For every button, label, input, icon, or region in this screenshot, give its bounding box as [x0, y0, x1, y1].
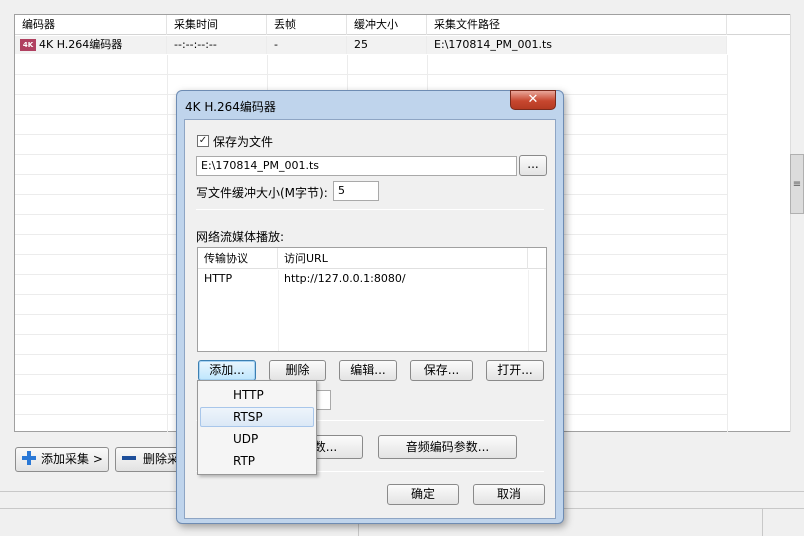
- add-capture-button[interactable]: 添加采集 >: [15, 447, 109, 472]
- buffer-size-label: 写文件缓冲大小(M字节):: [196, 186, 328, 200]
- column-header-buffer-size[interactable]: 缓冲大小: [347, 15, 427, 35]
- cell-encoder: 4K 4K H.264编码器: [15, 36, 167, 54]
- cell-capture-time: --:--:--:--: [167, 36, 267, 54]
- cell-url: http://127.0.0.1:8080/: [284, 272, 406, 285]
- grid-line: [278, 270, 279, 351]
- minus-icon: [122, 451, 136, 465]
- delete-capture-label: 删除采: [143, 452, 180, 466]
- status-bar-divider: [762, 508, 763, 536]
- dialog-title: 4K H.264编码器: [185, 100, 276, 114]
- table-row[interactable]: 4K 4K H.264编码器 --:--:--:-- - 25 E:\170814…: [15, 36, 727, 54]
- 4k-encoder-icon: 4K: [20, 39, 36, 51]
- delete-stream-button[interactable]: 删除: [269, 360, 326, 381]
- streaming-label: 网络流媒体播放:: [196, 230, 285, 244]
- save-stream-button[interactable]: 保存...: [410, 360, 473, 381]
- edit-stream-button[interactable]: 编辑...: [339, 360, 397, 381]
- cell-encoder-label: 4K H.264编码器: [39, 38, 123, 51]
- cell-buffer-size: 25: [347, 36, 427, 54]
- column-header-file-path[interactable]: 采集文件路径: [427, 15, 727, 35]
- browse-button[interactable]: ...: [519, 155, 547, 176]
- close-button[interactable]: ✕: [510, 90, 556, 110]
- menu-item-http[interactable]: HTTP: [200, 385, 314, 405]
- grid-line: [528, 270, 529, 351]
- menu-item-rtsp[interactable]: RTSP: [200, 407, 314, 427]
- cell-dropped-frames: -: [267, 36, 347, 54]
- add-stream-button[interactable]: 添加...: [198, 360, 256, 381]
- grid-line: [15, 74, 727, 75]
- close-icon: ✕: [527, 92, 539, 107]
- cell-file-path: E:\170814_PM_001.ts: [427, 36, 727, 54]
- separator: [196, 209, 544, 210]
- buffer-size-input[interactable]: 5: [333, 181, 379, 201]
- column-header-dropped-frames[interactable]: 丢帧: [267, 15, 347, 35]
- stream-url-list[interactable]: 传输协议 访问URL HTTP http://127.0.0.1:8080/: [197, 247, 547, 352]
- checkmark-icon: ✓: [198, 135, 208, 146]
- file-path-input[interactable]: E:\170814_PM_001.ts: [196, 156, 517, 176]
- column-header-url[interactable]: 访问URL: [278, 248, 528, 269]
- column-header-encoder[interactable]: 编码器: [15, 15, 167, 35]
- stream-url-list-header: 传输协议 访问URL: [198, 248, 546, 269]
- plus-icon: [22, 451, 36, 465]
- grid-line: [167, 55, 168, 432]
- ok-button[interactable]: 确定: [387, 484, 459, 505]
- cancel-button[interactable]: 取消: [473, 484, 545, 505]
- capture-list-header: 编码器 采集时间 丢帧 缓冲大小 采集文件路径: [15, 15, 804, 35]
- column-header-capture-time[interactable]: 采集时间: [167, 15, 267, 35]
- cell-protocol: HTTP: [204, 272, 233, 285]
- menu-item-rtp[interactable]: RTP: [200, 451, 314, 471]
- table-row[interactable]: HTTP http://127.0.0.1:8080/: [198, 270, 546, 288]
- delete-capture-button[interactable]: 删除采: [115, 447, 185, 472]
- open-stream-button[interactable]: 打开...: [486, 360, 544, 381]
- add-capture-label: 添加采集 >: [41, 452, 103, 466]
- vertical-scrollbar[interactable]: ≡: [790, 14, 804, 432]
- scrollbar-grip-icon: ≡: [792, 179, 802, 190]
- save-to-file-checkbox[interactable]: ✓: [197, 135, 209, 147]
- grid-line: [727, 55, 728, 432]
- save-to-file-label[interactable]: 保存为文件: [213, 133, 273, 150]
- audio-params-button[interactable]: 音频编码参数...: [378, 435, 517, 459]
- protocol-dropdown-menu: HTTP RTSP UDP RTP: [197, 380, 317, 475]
- scrollbar-thumb[interactable]: ≡: [790, 154, 804, 214]
- menu-item-udp[interactable]: UDP: [200, 429, 314, 449]
- column-header-protocol[interactable]: 传输协议: [198, 248, 278, 269]
